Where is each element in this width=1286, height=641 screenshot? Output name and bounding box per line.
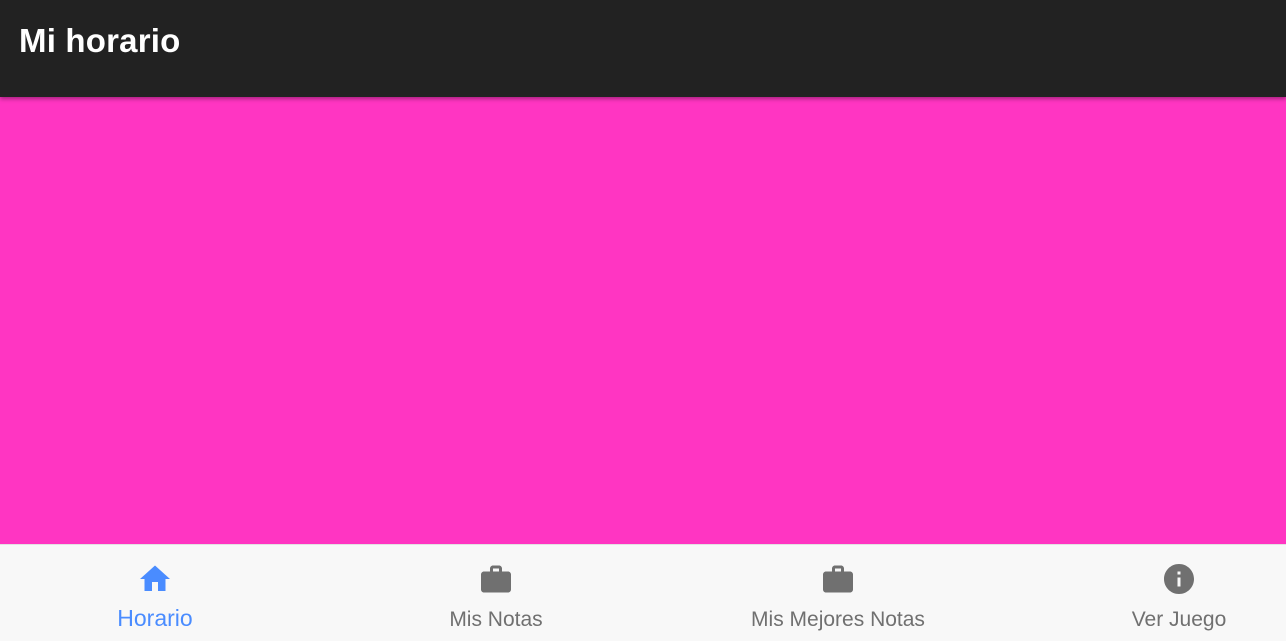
main-content-area: [0, 97, 1286, 544]
nav-item-ver-juego[interactable]: Ver Juego: [1090, 545, 1268, 641]
nav-item-mis-notas[interactable]: Mis Notas: [397, 545, 595, 641]
page-title: Mi horario: [19, 22, 181, 59]
briefcase-icon: [478, 561, 514, 597]
nav-item-label: Horario: [117, 605, 193, 631]
app-bar: Mi horario: [0, 0, 1286, 97]
app-screen: Mi horario Horario Mis Notas Mis Mejores…: [0, 0, 1286, 641]
nav-item-horario[interactable]: Horario: [56, 545, 254, 641]
info-icon: [1161, 561, 1197, 597]
nav-item-mis-mejores-notas[interactable]: Mis Mejores Notas: [718, 545, 958, 641]
nav-item-label: Mis Notas: [449, 608, 543, 631]
briefcase-icon: [820, 561, 856, 597]
bottom-navigation-bar: Horario Mis Notas Mis Mejores Notas Ver …: [0, 544, 1286, 641]
nav-item-label: Mis Mejores Notas: [751, 608, 925, 631]
nav-item-label: Ver Juego: [1131, 608, 1227, 631]
home-icon: [137, 561, 173, 597]
